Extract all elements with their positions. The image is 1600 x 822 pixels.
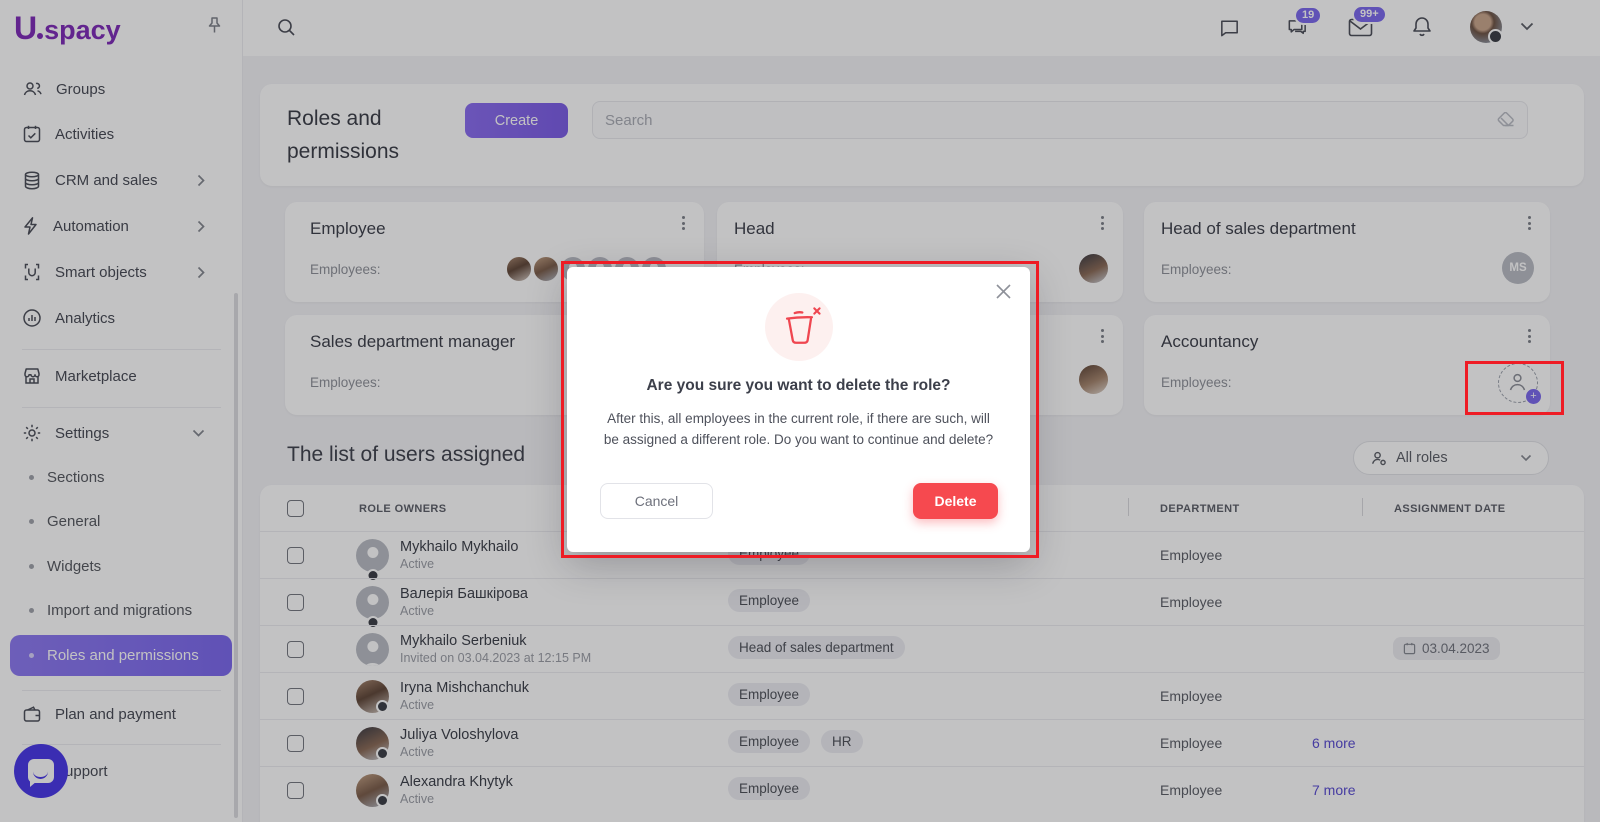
cancel-button[interactable]: Cancel xyxy=(600,483,713,519)
delete-role-modal: Are you sure you want to delete the role… xyxy=(567,267,1030,552)
trash-icon xyxy=(776,305,822,349)
modal-body-text: After this, all employees in the current… xyxy=(603,409,995,451)
modal-title: Are you sure you want to delete the role… xyxy=(567,377,1030,395)
delete-button[interactable]: Delete xyxy=(913,483,998,519)
delete-illustration xyxy=(765,293,833,361)
close-icon[interactable] xyxy=(995,283,1012,300)
